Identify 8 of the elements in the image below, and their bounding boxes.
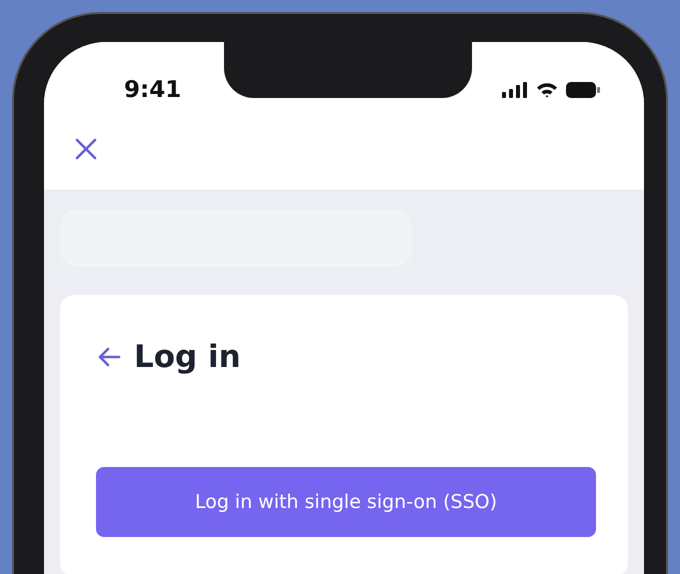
back-button[interactable] xyxy=(96,345,122,369)
signal-icon xyxy=(502,82,528,98)
login-title: Log in xyxy=(134,339,241,375)
sso-login-button[interactable]: Log in with single sign-on (SSO) xyxy=(96,467,596,537)
wifi-icon xyxy=(536,82,558,98)
close-button[interactable] xyxy=(74,137,98,161)
battery-icon xyxy=(566,82,600,98)
status-time: 9:41 xyxy=(124,77,182,103)
